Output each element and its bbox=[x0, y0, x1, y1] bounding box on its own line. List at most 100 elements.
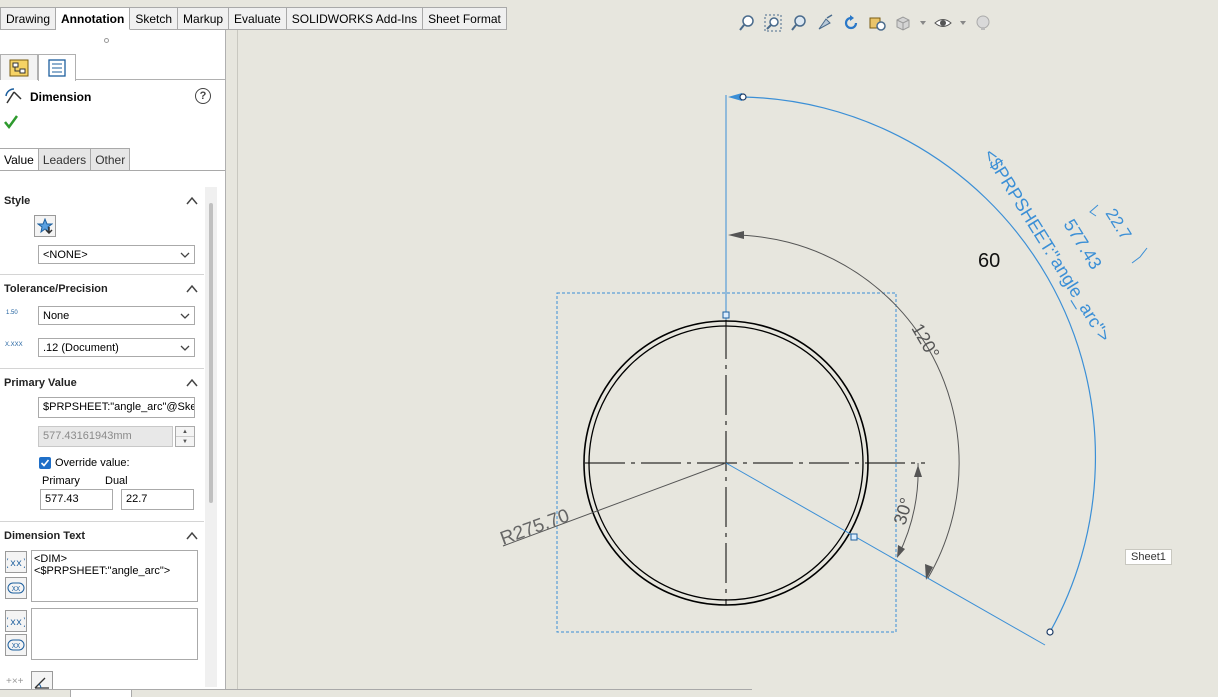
insert-tolerance-icon[interactable]: +×+ bbox=[6, 676, 24, 687]
parentheses-icon: (xx) bbox=[7, 617, 25, 628]
feature-manager-tab[interactable] bbox=[0, 54, 38, 80]
dual-override-field[interactable]: 22.7 bbox=[121, 489, 194, 510]
angle-120-arrow-top bbox=[728, 231, 744, 239]
primary-label: Primary bbox=[42, 475, 80, 487]
angle-30-arrow-bottom bbox=[897, 545, 905, 558]
property-manager-tab[interactable] bbox=[38, 54, 76, 81]
precision-icon-text: X.XXX bbox=[5, 342, 23, 348]
dimension-text-upper[interactable]: <DIM> <$PRPSHEET:"angle_arc"> bbox=[31, 550, 198, 602]
grip-handle-top[interactable] bbox=[722, 311, 730, 319]
panel-grip[interactable] bbox=[104, 38, 109, 43]
spin-down-icon: ▼ bbox=[182, 439, 188, 445]
angle-extension-line bbox=[725, 462, 1046, 646]
dual-bracket-right bbox=[1131, 247, 1148, 264]
ribbon-tab-evaluate[interactable]: Evaluate bbox=[229, 7, 287, 30]
angle-120-text[interactable]: 120° bbox=[908, 320, 944, 362]
chevron-down-icon bbox=[180, 252, 190, 258]
dimension-value-field: 577.43161943mm bbox=[38, 426, 173, 447]
collapse-tolerance-icon[interactable] bbox=[185, 282, 199, 296]
inspection-dimension-lower-button[interactable]: XX bbox=[5, 634, 27, 656]
section-divider bbox=[0, 368, 204, 369]
section-divider bbox=[0, 521, 204, 522]
inspection-icon: XX bbox=[7, 639, 25, 651]
style-select[interactable]: <NONE> bbox=[38, 245, 195, 264]
override-value-label: Override value: bbox=[55, 457, 130, 469]
style-select-value: <NONE> bbox=[43, 248, 88, 261]
collapse-primary-value-icon[interactable] bbox=[185, 376, 199, 390]
dimension-tabs: Value Leaders Other bbox=[0, 148, 131, 171]
sheet-name-label: Sheet1 bbox=[1125, 549, 1172, 565]
tolerance-type-select[interactable]: None bbox=[38, 306, 195, 325]
tab-divider bbox=[0, 170, 225, 171]
drawing-canvas[interactable]: R275.70 120° 30° 60 <$PRPSHEET:"angle_ar… bbox=[238, 30, 1218, 697]
arc-endpoint-handle-bottom[interactable] bbox=[1046, 628, 1054, 636]
add-parentheses-button[interactable]: (xx) bbox=[5, 551, 27, 573]
checkmark-icon bbox=[40, 459, 50, 467]
value-spinner: ▲ ▼ bbox=[175, 426, 195, 447]
primary-override-field[interactable]: 577.43 bbox=[40, 489, 113, 510]
radius-dimension-text[interactable]: R275.70 bbox=[498, 505, 573, 549]
section-divider bbox=[0, 274, 204, 275]
precision-value: .12 (Document) bbox=[43, 341, 119, 354]
tab-other[interactable]: Other bbox=[91, 148, 131, 171]
property-list-icon bbox=[48, 59, 66, 77]
ribbon-tab-strip: Drawing Annotation Sketch Markup Evaluate SOL… bbox=[0, 7, 507, 30]
chevron-down-icon bbox=[180, 313, 190, 319]
sheet-tabs-bar bbox=[0, 689, 752, 697]
checkmark-icon bbox=[4, 115, 19, 130]
feature-tree-icon bbox=[9, 59, 29, 76]
svg-text:(xx): (xx) bbox=[7, 558, 25, 569]
tab-leaders[interactable]: Leaders bbox=[38, 148, 92, 171]
dimension-text-lower[interactable] bbox=[31, 608, 198, 660]
note-60-text[interactable]: 60 bbox=[978, 250, 1000, 272]
inspection-icon: XX bbox=[7, 582, 25, 594]
primary-value-section-heading: Primary Value bbox=[4, 377, 77, 389]
angle-30-text[interactable]: 30° bbox=[890, 495, 917, 527]
help-icon[interactable]: ? bbox=[195, 88, 211, 104]
ok-button[interactable] bbox=[3, 114, 19, 133]
dual-bracket-left bbox=[1089, 204, 1099, 217]
sheet-tab[interactable] bbox=[70, 690, 132, 697]
inspection-dimension-button[interactable]: XX bbox=[5, 577, 27, 599]
panel-splitter[interactable] bbox=[226, 30, 238, 697]
collapse-dimension-text-icon[interactable] bbox=[185, 529, 199, 543]
arc-dual-value[interactable]: 22.7 bbox=[1102, 205, 1136, 243]
dim-text-line-2: <$PRPSHEET:"angle_arc"> bbox=[34, 565, 171, 577]
dim-text-line-1: <DIM> bbox=[34, 553, 68, 565]
panel-title-text: Dimension bbox=[30, 90, 92, 104]
style-section-heading: Style bbox=[4, 195, 31, 207]
spin-up-icon: ▲ bbox=[176, 427, 194, 437]
command-manager-tabs: Drawing Annotation Sketch Markup Evaluate SOL… bbox=[0, 0, 1218, 30]
tolerance-section-heading: Tolerance/Precision bbox=[4, 283, 108, 295]
parentheses-icon: (xx) bbox=[7, 558, 25, 569]
ribbon-tab-solidworks-add-ins[interactable]: SOLIDWORKS Add-Ins bbox=[286, 7, 424, 30]
ribbon-tab-drawing[interactable]: Drawing bbox=[0, 7, 57, 30]
property-manager-panel: Dimension ? Value Leaders Other Style <N… bbox=[0, 30, 226, 697]
load-style-button[interactable] bbox=[34, 215, 56, 237]
override-value-checkbox[interactable] bbox=[39, 457, 51, 469]
tolerance-icon-text: 1.50 bbox=[6, 310, 18, 316]
svg-text:XX: XX bbox=[12, 586, 21, 594]
ribbon-tab-sheet-format[interactable]: Sheet Format bbox=[423, 7, 507, 30]
dimension-icon bbox=[5, 88, 22, 104]
tab-value[interactable]: Value bbox=[0, 148, 39, 171]
tolerance-type-value: None bbox=[43, 309, 70, 322]
ribbon-tab-annotation[interactable]: Annotation bbox=[56, 7, 131, 30]
svg-text:(xx): (xx) bbox=[7, 617, 25, 628]
arc-length-dimension-arc[interactable] bbox=[742, 96, 1096, 633]
add-parentheses-lower-button[interactable]: (xx) bbox=[5, 610, 27, 632]
precision-select[interactable]: .12 (Document) bbox=[38, 338, 195, 357]
precision-icon: X.XXX bbox=[5, 342, 23, 348]
ribbon-tab-markup[interactable]: Markup bbox=[178, 7, 230, 30]
ribbon-tab-sketch[interactable]: Sketch bbox=[130, 7, 179, 30]
star-load-icon bbox=[37, 218, 53, 234]
angle-30-arrow-top bbox=[914, 465, 922, 477]
dimension-reference-field[interactable]: $PRPSHEET:"angle_arc"@Sket bbox=[38, 397, 195, 418]
scrollbar-thumb[interactable] bbox=[209, 203, 213, 503]
arc-endpoint-handle-top[interactable] bbox=[739, 93, 747, 101]
chevron-down-icon bbox=[180, 345, 190, 351]
collapse-style-icon[interactable] bbox=[185, 194, 199, 208]
panel-scrollbar[interactable] bbox=[205, 187, 217, 687]
angle-dimension-icon bbox=[34, 677, 49, 689]
grip-handle-right[interactable] bbox=[850, 533, 858, 541]
